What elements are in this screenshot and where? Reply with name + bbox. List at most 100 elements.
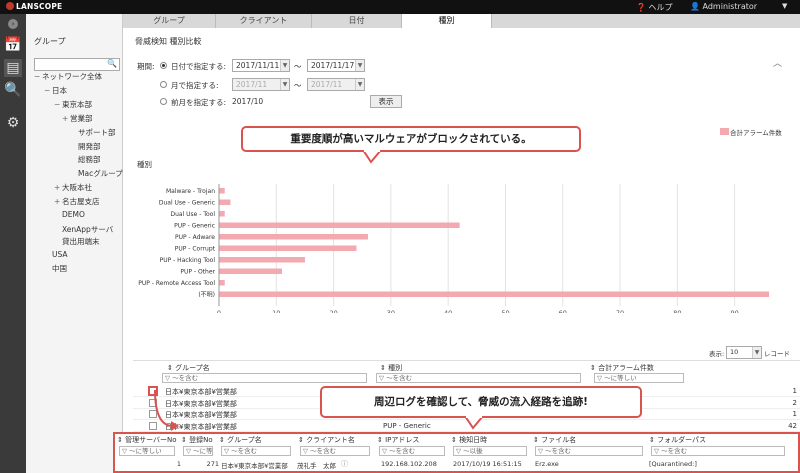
detail-filter-input[interactable]: ▽ 〜を含む xyxy=(221,446,291,456)
detail-col-header[interactable]: ⇕ グループ名 xyxy=(219,435,295,445)
tree-item[interactable]: + 大阪本社 xyxy=(54,182,92,193)
detail-col-header[interactable]: ⇕ ファイル名 xyxy=(533,435,647,445)
user-menu[interactable]: 👤 Administrator xyxy=(690,2,757,11)
detail-cell-datetime: 2017/10/19 16:51:15 xyxy=(453,460,522,468)
tree-item[interactable]: + 名古屋支店 xyxy=(54,196,100,207)
tree-item[interactable]: 開発部 xyxy=(70,141,101,152)
selection-arrow xyxy=(154,389,179,431)
detail-col-header[interactable]: ⇕ 検知日時 xyxy=(451,435,531,445)
detail-col-header[interactable]: ⇕ クライアント名 xyxy=(298,435,374,445)
tree-item-label: ネットワーク全体 xyxy=(42,72,102,81)
bar[interactable] xyxy=(219,211,225,217)
collapse-icon[interactable]: − xyxy=(54,100,62,109)
detail-filter-input[interactable]: ▽ 〜を含む xyxy=(379,446,445,456)
month-to-select[interactable]: 2017/11 ▼ xyxy=(307,78,365,91)
detail-col-header[interactable]: ⇕ フォルダーパス xyxy=(649,435,789,445)
expand-icon[interactable]: + xyxy=(54,197,62,206)
bar[interactable] xyxy=(219,280,225,286)
tree-item[interactable]: DEMO xyxy=(54,210,85,219)
tab-type[interactable]: 種別 xyxy=(402,14,492,28)
info-icon[interactable]: ⓘ xyxy=(341,459,348,469)
tree-item[interactable]: Macグループ xyxy=(70,168,123,179)
tab-client[interactable]: クライアント xyxy=(216,14,312,28)
tree-item[interactable]: 総務部 xyxy=(70,154,101,165)
collapse-icon[interactable]: − xyxy=(44,86,52,95)
filter-type-input[interactable]: ▽ 〜を含む xyxy=(376,373,581,383)
expand-icon[interactable]: + xyxy=(54,183,62,192)
tree-item[interactable]: + 営業部 xyxy=(62,113,93,124)
calendar-dropdown-icon[interactable]: ▼ xyxy=(355,60,364,71)
filter-type-text: 〜を含む xyxy=(386,374,413,382)
bar[interactable] xyxy=(219,245,357,252)
search-icon[interactable]: 🔍 xyxy=(4,81,22,99)
tree-item[interactable]: − 日本 xyxy=(44,85,67,96)
tree-item-label: Macグループ xyxy=(78,169,123,178)
col-header-group[interactable]: ⇕ グループ名 xyxy=(167,363,210,373)
detail-col-header[interactable]: ⇕ 管理サーバーNo xyxy=(117,435,179,445)
date-to-input[interactable]: 2017/11/17 ▼ xyxy=(307,59,365,72)
tree-item[interactable]: 中国 xyxy=(44,263,67,274)
detail-filter-input[interactable]: ▽ 〜に等 xyxy=(183,446,213,456)
detail-filter-input[interactable]: ▽ 〜以後 xyxy=(453,446,527,456)
chevron-down-icon[interactable]: ▼ xyxy=(752,347,761,358)
chevron-down-icon[interactable]: ▼ xyxy=(782,2,787,10)
radio-by-month[interactable] xyxy=(160,81,167,88)
expand-icon[interactable]: + xyxy=(62,114,70,123)
document-icon[interactable]: ▤ xyxy=(4,59,22,77)
tree-item[interactable]: − 東京本部 xyxy=(54,99,92,110)
chevron-down-icon[interactable]: ▼ xyxy=(280,79,289,90)
display-count-select[interactable]: 10 ▼ xyxy=(726,346,762,359)
calendar-dropdown-icon[interactable]: ▼ xyxy=(280,60,289,71)
detail-col-header[interactable]: ⇕ IPアドレス xyxy=(377,435,449,445)
search-icon[interactable]: 🔍 xyxy=(107,59,117,68)
cell-type: PUP - Generic xyxy=(383,421,431,430)
gear-icon[interactable]: ⚙ xyxy=(4,114,22,132)
filter-count-input[interactable]: ▽ 〜に等しい xyxy=(594,373,684,383)
bar[interactable] xyxy=(219,257,305,263)
detail-filter-input[interactable]: ▽ 〜を含む xyxy=(300,446,370,456)
radio-by-date-label: 日付で指定する: xyxy=(171,62,227,71)
detail-col-header[interactable]: ⇕ 登録No xyxy=(181,435,217,445)
x-tick-label: 90 xyxy=(730,309,738,313)
tree-search-input[interactable]: 🔍 xyxy=(34,58,120,71)
bar[interactable] xyxy=(219,188,225,194)
month-from-select[interactable]: 2017/11 ▼ xyxy=(232,78,290,91)
tree-item-label: XenAppサーバ xyxy=(62,225,114,234)
tree-item[interactable]: サポート部 xyxy=(70,127,116,138)
detail-filter-input[interactable]: ▽ 〜に等しい xyxy=(119,446,175,456)
tree-item-label: 日本 xyxy=(52,86,67,95)
bar[interactable] xyxy=(219,291,769,298)
expand-toggle-icon[interactable]: › xyxy=(8,19,18,29)
user-name: Administrator xyxy=(702,2,758,11)
bar[interactable] xyxy=(219,234,368,240)
collapse-icon[interactable]: − xyxy=(34,72,42,81)
filter-group-input[interactable]: ▽ 〜を含む xyxy=(162,373,367,383)
detail-filter-text: 〜に等しい xyxy=(129,447,162,455)
radio-prev-month[interactable] xyxy=(160,98,167,105)
bar[interactable] xyxy=(219,199,231,206)
chevron-down-icon[interactable]: ▼ xyxy=(355,79,364,90)
tab-group[interactable]: グループ xyxy=(123,14,216,28)
date-from-input[interactable]: 2017/11/11 ▼ xyxy=(232,59,290,72)
detail-filter-input[interactable]: ▽ 〜を含む xyxy=(535,446,643,456)
y-tick-label: PUP - Corrupt xyxy=(175,246,216,253)
bar[interactable] xyxy=(219,268,283,275)
tree-item[interactable]: XenAppサーバ xyxy=(54,224,113,235)
tree-item[interactable]: 貸出用端末 xyxy=(54,236,100,247)
tree-item-label: 総務部 xyxy=(78,155,101,164)
bar[interactable] xyxy=(219,222,460,229)
detail-filter-input[interactable]: ▽ 〜を含む xyxy=(651,446,785,456)
show-button[interactable]: 表示 xyxy=(370,95,402,108)
detail-col-header-label: 登録No xyxy=(189,436,213,444)
tree-item[interactable]: − ネットワーク全体 xyxy=(34,71,102,82)
calendar-icon[interactable]: 📅 xyxy=(4,36,22,54)
detail-table-row[interactable]: 1 271 日本¥東京本部¥営業部 茂礼手 太郎 192.168.102.208 2017… xyxy=(115,458,798,470)
tree-item[interactable]: USA xyxy=(44,250,68,259)
radio-by-date[interactable] xyxy=(160,62,167,69)
tab-date[interactable]: 日付 xyxy=(312,14,402,28)
detail-log-panel: ⇕ 管理サーバーNo ▽ 〜に等しい ⇕ 登録No ▽ 〜に等 ⇕ グループ名 ▽ 〜を含… xyxy=(113,432,800,473)
help-link[interactable]: ❓ ヘルプ xyxy=(636,2,673,13)
chevron-up-icon[interactable]: ︿ xyxy=(773,56,782,69)
col-header-count[interactable]: ⇕ 合計アラーム件数 xyxy=(590,363,654,373)
col-header-type[interactable]: ⇕ 種別 xyxy=(380,363,402,373)
